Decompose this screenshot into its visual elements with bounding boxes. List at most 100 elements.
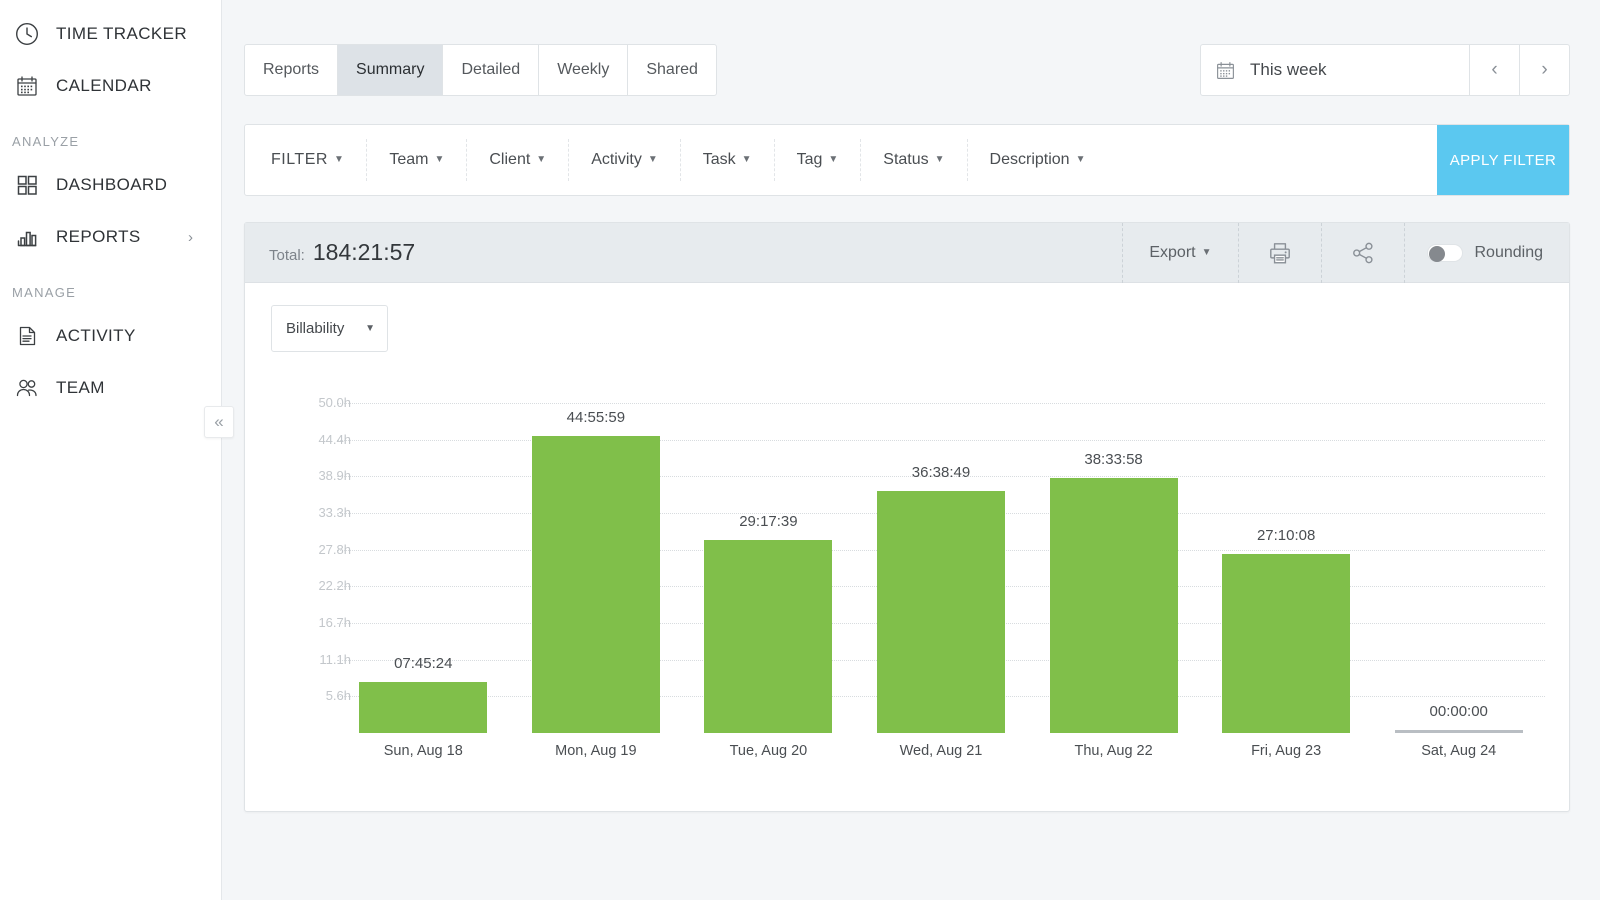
filter-dropdown-client[interactable]: Client ▼ xyxy=(467,139,570,181)
chevron-down-icon: ▼ xyxy=(333,154,345,165)
chart-bar-group[interactable]: 38:33:58 Thu, Aug 22 xyxy=(1049,403,1178,759)
report-card: Total: 184:21:57 Export ▼ Rounding Billa… xyxy=(244,222,1570,812)
filter-dropdown-team[interactable]: Team ▼ xyxy=(367,139,468,181)
sidebar-item-label: REPORTS xyxy=(56,227,141,246)
rounding-label: Rounding xyxy=(1474,243,1544,261)
filter-label: Team xyxy=(389,151,429,169)
sidebar-item-dashboard[interactable]: DASHBOARD xyxy=(0,159,221,211)
x-axis-tick-label: Sun, Aug 18 xyxy=(383,743,463,759)
sidebar-section-analyze: ANALYZE xyxy=(12,134,80,149)
print-button[interactable] xyxy=(1237,222,1321,283)
report-card-header: Total: 184:21:57 Export ▼ Rounding xyxy=(245,222,1570,283)
date-range-picker: This week ‹ › xyxy=(1200,44,1570,96)
tab-reports[interactable]: Reports xyxy=(245,45,339,95)
sidebar-item-time-tracker[interactable]: TIME TRACKER xyxy=(0,8,221,60)
date-range-prev-button[interactable]: ‹ xyxy=(1470,44,1520,96)
chart-bar[interactable] xyxy=(1222,553,1351,733)
share-button[interactable] xyxy=(1320,222,1404,283)
sidebar-item-label: CALENDAR xyxy=(56,76,152,95)
chart-bar-group[interactable]: 00:00:00 Sat, Aug 24 xyxy=(1394,403,1523,759)
chart-plot-area: 50.0h 44.4h 38.9h 33.3h 27.8h 22.2h 16.7h 11.1h… xyxy=(297,395,1545,759)
chart-bar[interactable] xyxy=(1394,730,1523,733)
filter-dropdown-activity[interactable]: Activity ▼ xyxy=(569,139,681,181)
chart-bar[interactable] xyxy=(876,491,1006,733)
report-tools: Export ▼ Rounding xyxy=(1122,222,1570,283)
sidebar-item-activity[interactable]: ACTIVITY xyxy=(0,310,221,362)
filter-label: Activity xyxy=(591,151,642,169)
chart-bar-group[interactable]: 36:38:49 Wed, Aug 21 xyxy=(876,403,1006,759)
app-root: TIME TRACKER CALENDAR ANALYZE DASHBOARD … xyxy=(0,0,1600,900)
chart-bar[interactable] xyxy=(704,539,833,733)
main-content: Reports Summary Detailed Weekly Shared T… xyxy=(222,0,1600,900)
bar-chart-icon xyxy=(10,220,44,254)
filter-label: FILTER xyxy=(271,151,328,169)
export-label: Export xyxy=(1149,243,1196,261)
apply-filter-button[interactable]: APPLY FILTER xyxy=(1437,125,1569,195)
chart-bar[interactable] xyxy=(1049,478,1178,733)
sidebar: TIME TRACKER CALENDAR ANALYZE DASHBOARD … xyxy=(0,0,234,900)
clock-icon xyxy=(10,17,44,51)
export-dropdown[interactable]: Export ▼ xyxy=(1122,222,1237,283)
filter-dropdown-tag[interactable]: Tag ▼ xyxy=(775,139,862,181)
sidebar-item-label: ACTIVITY xyxy=(56,326,136,345)
chart-bar-group[interactable]: 27:10:08 Fri, Aug 23 xyxy=(1222,403,1351,759)
date-range-next-button[interactable]: › xyxy=(1520,44,1570,96)
chart-bar-group[interactable]: 07:45:24 Sun, Aug 18 xyxy=(359,403,488,759)
sidebar-section-manage: MANAGE xyxy=(12,285,77,300)
filter-label: Tag xyxy=(796,151,823,169)
filter-label: Client xyxy=(489,151,531,169)
share-icon xyxy=(1352,242,1373,263)
document-icon xyxy=(10,319,44,353)
chevron-down-icon: ▼ xyxy=(434,154,445,165)
chart-bar[interactable] xyxy=(531,436,660,733)
chart-bars: 07:45:24 Sun, Aug 18 44:55:59 Mon, Aug 19 29… xyxy=(337,403,1545,759)
chart-bar-value-label: 36:38:49 xyxy=(911,464,971,482)
summary-bar-chart: 50.0h 44.4h 38.9h 33.3h 27.8h 22.2h 16.7h 11.1h… xyxy=(245,391,1555,811)
chart-bar-value-label: 27:10:08 xyxy=(1256,526,1316,544)
filter-dropdown-status[interactable]: Status ▼ xyxy=(861,139,968,181)
group-by-dropdown[interactable]: Billability ▼ xyxy=(271,305,388,352)
tab-weekly[interactable]: Weekly xyxy=(539,45,629,95)
x-axis-tick-label: Wed, Aug 21 xyxy=(899,743,983,759)
filter-label: Description xyxy=(989,151,1070,169)
grid-icon xyxy=(10,168,44,202)
toggle-knob xyxy=(1428,245,1445,262)
group-by-value: Billability xyxy=(286,320,345,337)
sidebar-collapse-button[interactable]: « xyxy=(204,406,234,438)
chart-bar-group[interactable]: 44:55:59 Mon, Aug 19 xyxy=(531,403,660,759)
filter-dropdown-filter[interactable]: FILTER ▼ xyxy=(249,139,368,181)
x-axis-tick-label: Tue, Aug 20 xyxy=(729,743,808,759)
sidebar-item-reports[interactable]: REPORTS › xyxy=(0,211,221,263)
chevron-down-icon: ▼ xyxy=(536,154,547,165)
tab-shared[interactable]: Shared xyxy=(628,45,716,95)
toggle-switch[interactable] xyxy=(1426,243,1463,262)
filter-dropdown-task[interactable]: Task ▼ xyxy=(681,139,775,181)
filter-bar: FILTER ▼ Team ▼ Client ▼ Activity ▼ Task ▼ Ta… xyxy=(244,124,1570,196)
chart-bar[interactable] xyxy=(359,681,488,733)
rounding-toggle[interactable]: Rounding xyxy=(1403,222,1570,283)
chevron-down-icon: ▼ xyxy=(1075,154,1086,165)
report-tabs: Reports Summary Detailed Weekly Shared xyxy=(244,44,717,96)
calendar-icon xyxy=(1215,60,1236,81)
chart-bar-value-label: 29:17:39 xyxy=(739,512,798,530)
sidebar-item-team[interactable]: TEAM xyxy=(0,362,221,414)
total-value: 184:21:57 xyxy=(312,239,416,265)
chart-bar-value-label: 07:45:24 xyxy=(394,654,453,672)
date-range-button[interactable]: This week xyxy=(1200,44,1470,96)
date-range-value: This week xyxy=(1250,60,1327,79)
chart-bar-value-label: 00:00:00 xyxy=(1429,703,1488,720)
report-card-body: Billability ▼ 50.0h 44.4h 38.9h 33.3h 27.8h 2… xyxy=(245,283,1569,811)
tab-summary[interactable]: Summary xyxy=(338,45,444,95)
sidebar-item-calendar[interactable]: CALENDAR xyxy=(0,60,221,112)
tab-detailed[interactable]: Detailed xyxy=(443,45,540,95)
chevron-right-icon: › xyxy=(188,228,193,246)
chevron-down-icon: ▼ xyxy=(365,323,375,334)
chart-bar-group[interactable]: 29:17:39 Tue, Aug 20 xyxy=(704,403,833,759)
chart-bar-value-label: 38:33:58 xyxy=(1084,451,1143,469)
sidebar-item-label: TEAM xyxy=(56,378,105,397)
chevron-down-icon: ▼ xyxy=(647,154,658,165)
sidebar-item-label: DASHBOARD xyxy=(56,175,168,194)
total-summary: Total: 184:21:57 xyxy=(245,239,415,266)
filter-dropdown-description[interactable]: Description ▼ xyxy=(968,139,1108,181)
chevron-down-icon: ▼ xyxy=(1201,247,1212,258)
